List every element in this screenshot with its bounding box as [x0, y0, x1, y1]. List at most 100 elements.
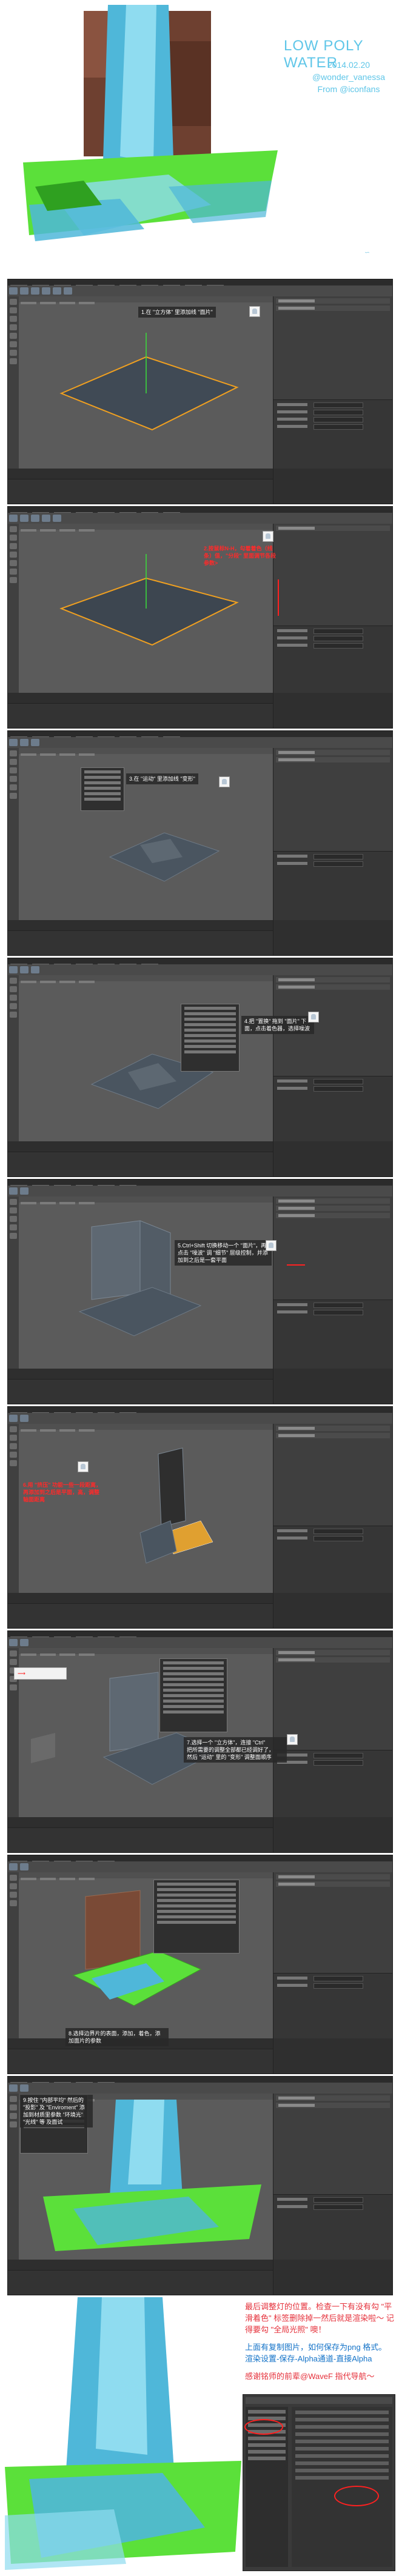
menu-bar[interactable]	[8, 1855, 392, 1863]
attribute-manager[interactable]	[273, 1075, 392, 1141]
object-manager[interactable]	[273, 2094, 392, 2194]
cube-icon[interactable]	[31, 739, 39, 746]
left-tool-strip[interactable]	[8, 748, 19, 920]
coordinates-panel[interactable]	[273, 1369, 392, 1404]
move-icon[interactable]	[20, 287, 29, 295]
timeline[interactable]	[8, 469, 273, 479]
left-tool-strip[interactable]	[8, 1424, 19, 1593]
material-manager[interactable]	[8, 930, 273, 955]
attribute-manager[interactable]	[273, 851, 392, 920]
toolbar[interactable]	[8, 1637, 392, 1648]
timeline[interactable]	[8, 693, 273, 704]
menu-bar[interactable]	[8, 2077, 392, 2084]
render-settings-window[interactable]	[243, 2394, 395, 2571]
left-tool-strip[interactable]	[8, 2094, 19, 2260]
cube-icon[interactable]	[53, 515, 61, 522]
attribute-manager[interactable]	[273, 399, 392, 469]
toolbar[interactable]	[8, 285, 392, 296]
material-manager[interactable]	[8, 2049, 273, 2074]
cube-icon[interactable]	[20, 2084, 29, 2092]
menu-bar[interactable]	[8, 1180, 392, 1187]
move-icon[interactable]	[20, 966, 29, 973]
toolbar[interactable]	[8, 737, 392, 748]
left-tool-strip[interactable]	[8, 524, 19, 693]
shader-popup[interactable]	[81, 767, 124, 811]
render-settings-panel[interactable]	[292, 2407, 392, 2567]
toolbar[interactable]	[8, 1186, 392, 1196]
material-manager[interactable]	[8, 1379, 273, 1404]
attribute-manager[interactable]	[273, 2194, 392, 2260]
attribute-manager[interactable]	[273, 1749, 392, 1817]
timeline[interactable]	[8, 1141, 273, 1152]
viewport-perspective[interactable]	[19, 1424, 273, 1593]
timeline[interactable]	[8, 1817, 273, 1828]
material-manager[interactable]	[8, 1827, 273, 1852]
left-tool-strip[interactable]	[8, 1196, 19, 1369]
coordinates-panel[interactable]	[273, 469, 392, 504]
object-manager[interactable]	[273, 1196, 392, 1300]
menu-bar[interactable]	[8, 1407, 392, 1415]
attribute-manager[interactable]	[273, 625, 392, 693]
object-manager[interactable]	[273, 296, 392, 400]
undo-icon[interactable]	[9, 739, 18, 746]
coordinates-panel[interactable]	[273, 1817, 392, 1852]
object-manager[interactable]	[273, 524, 392, 626]
viewport-perspective[interactable]	[19, 296, 273, 469]
attribute-manager[interactable]	[273, 1972, 392, 2038]
cube-icon[interactable]	[20, 1639, 29, 1646]
menu-bar[interactable]	[8, 731, 392, 739]
coordinates-panel[interactable]	[273, 2038, 392, 2074]
toolbar[interactable]	[8, 2083, 392, 2094]
cube-icon[interactable]	[20, 1863, 29, 1870]
object-manager[interactable]	[273, 1424, 392, 1526]
menu-bar[interactable]	[8, 507, 392, 515]
timeline[interactable]	[8, 1369, 273, 1380]
material-manager[interactable]	[8, 1152, 273, 1176]
render-settings-titlebar[interactable]	[246, 2397, 392, 2404]
object-manager[interactable]	[273, 1872, 392, 1973]
viewport-perspective[interactable]	[19, 1196, 273, 1369]
toolbar[interactable]	[8, 1413, 392, 1424]
coordinates-panel[interactable]	[273, 1141, 392, 1176]
undo-icon[interactable]	[9, 1639, 18, 1646]
menu-bar[interactable]	[8, 279, 392, 287]
coordinates-panel[interactable]	[273, 693, 392, 728]
undo-icon[interactable]	[9, 287, 18, 295]
material-manager[interactable]	[8, 2270, 273, 2295]
cube-icon[interactable]	[31, 966, 39, 973]
material-editor-popup[interactable]	[153, 1880, 240, 1954]
scale-icon[interactable]	[31, 287, 39, 295]
move-icon[interactable]	[20, 515, 29, 522]
left-tool-strip[interactable]	[8, 1872, 19, 2038]
move-icon[interactable]	[20, 739, 29, 746]
undo-icon[interactable]	[9, 515, 18, 522]
menu-bar[interactable]	[8, 1631, 392, 1639]
undo-icon[interactable]	[9, 1863, 18, 1870]
timeline[interactable]	[8, 2260, 273, 2271]
material-manager[interactable]	[8, 1603, 273, 1628]
toolbar[interactable]	[8, 513, 392, 524]
shader-menu-popup[interactable]	[181, 1004, 240, 1072]
attribute-manager[interactable]	[273, 1300, 392, 1369]
coordinates-panel[interactable]	[273, 1593, 392, 1628]
cube-icon[interactable]	[53, 287, 61, 295]
left-tool-strip[interactable]	[8, 296, 19, 469]
render-icon[interactable]	[64, 287, 72, 295]
coordinates-panel[interactable]	[273, 920, 392, 955]
left-tool-strip[interactable]	[8, 975, 19, 1141]
undo-icon[interactable]	[9, 1415, 18, 1422]
toolbar[interactable]	[8, 1861, 392, 1872]
context-menu-popup[interactable]	[159, 1658, 227, 1732]
timeline[interactable]	[8, 1593, 273, 1604]
material-manager[interactable]	[8, 703, 273, 728]
toolbar[interactable]	[8, 964, 392, 975]
scale-icon[interactable]	[31, 515, 39, 522]
undo-icon[interactable]	[9, 2084, 18, 2092]
rotate-icon[interactable]	[42, 287, 50, 295]
undo-icon[interactable]	[9, 1187, 18, 1195]
material-manager[interactable]	[8, 479, 273, 504]
attribute-manager[interactable]	[273, 1525, 392, 1593]
timeline[interactable]	[8, 920, 273, 931]
coordinates-panel[interactable]	[273, 2260, 392, 2295]
object-manager[interactable]	[273, 748, 392, 852]
